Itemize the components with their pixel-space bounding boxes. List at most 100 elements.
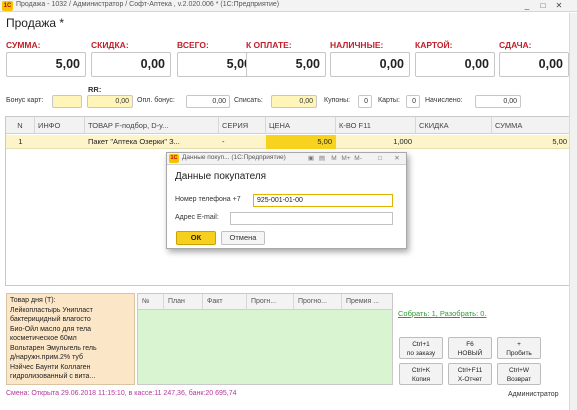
email-input[interactable] <box>230 212 393 225</box>
shift-status: Смена: Открыта 29.06.2018 11:15:10, в ка… <box>6 390 237 397</box>
cell-price[interactable]: 5,00 <box>266 135 336 149</box>
new-button[interactable]: F6 НОВЫЙ <box>448 337 492 359</box>
column-header-discount[interactable]: СКИДКА <box>416 117 492 134</box>
dialog-title-bar: 1С Данные покуп... (1С:Предприятие) ▣ ▤ … <box>167 153 406 165</box>
column-header-bonus[interactable]: Премия ... <box>342 294 392 310</box>
column-header-series[interactable]: СЕРИЯ <box>219 117 266 134</box>
total-all-field[interactable]: 5,00 <box>177 52 257 77</box>
product-of-day-line: Лейкопластырь Унипласт <box>10 306 93 314</box>
memory-minus-icon[interactable]: M- <box>353 154 363 163</box>
total-cash: НАЛИЧНЫЕ: 0,00 <box>330 39 410 77</box>
dialog-toolbar-icon[interactable]: ▤ <box>317 154 327 163</box>
spisat-field[interactable]: 0,00 <box>271 95 317 108</box>
product-of-day-line: Вольтарен Эмульгель гель <box>10 344 97 352</box>
column-header-qty[interactable]: К-ВО F11 <box>336 117 416 134</box>
column-header-no[interactable]: № <box>138 294 164 310</box>
cancel-button[interactable]: Отмена <box>221 231 265 245</box>
memory-icon[interactable]: M <box>329 154 339 163</box>
phone-label: Номер телефона +7 <box>175 196 241 203</box>
product-of-day-line: бактерицидный влагосто <box>10 316 91 323</box>
cell-discount <box>416 135 492 149</box>
total-all: ВСЕГО: 5,00 <box>177 39 257 77</box>
shortcut-label: + <box>517 341 521 348</box>
product-of-day-line: Био-Ойл масло для тела <box>10 325 91 333</box>
column-header-forecast[interactable]: Прогн... <box>247 294 294 310</box>
column-header-forecast-2[interactable]: Прогно... <box>294 294 342 310</box>
total-label: К ОПЛАТЕ: <box>246 40 292 50</box>
column-header-fact[interactable]: Факт <box>203 294 247 310</box>
close-button[interactable]: ✕ <box>552 0 566 12</box>
opl-bonus-field[interactable]: 0,00 <box>186 95 230 108</box>
x-report-button[interactable]: Ctrl+F11 X-Отчет <box>448 363 492 385</box>
button-label: по заказу <box>406 350 436 357</box>
by-order-button[interactable]: Ctrl+1 по заказу <box>399 337 443 359</box>
column-header-product[interactable]: ТОВАР F-подбор, D-у... <box>85 117 219 134</box>
dialog-heading: Данные покупателя <box>175 171 267 182</box>
memory-plus-icon[interactable]: M+ <box>341 154 351 163</box>
window-title: Продажа - 1032 / Администратор / Софт-Ап… <box>16 1 280 8</box>
column-header-info[interactable]: ИНФО <box>35 117 85 134</box>
total-label: КАРТОЙ: <box>415 40 453 50</box>
email-label: Адрес E-mail: <box>175 214 219 221</box>
window-scrollbar[interactable] <box>569 13 577 410</box>
total-to-pay-field[interactable]: 5,00 <box>246 52 326 77</box>
window-title-bar: 1С Продажа - 1032 / Администратор / Софт… <box>0 0 577 12</box>
kupony-field[interactable]: 0 <box>358 95 372 108</box>
column-header-sum[interactable]: СУММА <box>492 117 571 134</box>
bonus-fields-row: Бонус карт: 0,00 Опл. бонус: 0,00 Списат… <box>6 95 571 109</box>
dialog-close-button[interactable]: ✕ <box>392 154 402 163</box>
dialog-maximize-button[interactable]: □ <box>375 154 385 163</box>
table-row[interactable]: 1 Пакет "Аптека Озерки" З... - 5,00 1,00… <box>6 135 571 149</box>
rr-field[interactable]: 0,00 <box>87 95 133 108</box>
total-change-field[interactable]: 0,00 <box>499 52 569 77</box>
column-header-n[interactable]: N <box>6 117 35 134</box>
total-card-field[interactable]: 0,00 <box>415 52 495 77</box>
column-header-plan[interactable]: План <box>164 294 203 310</box>
shortcut-label: Ctrl+1 <box>412 341 430 348</box>
total-change: СДАЧА: 0,00 <box>499 39 569 77</box>
minimize-button[interactable]: _ <box>520 0 534 12</box>
ok-button[interactable]: ОК <box>176 231 216 245</box>
maximize-button[interactable]: □ <box>536 0 550 12</box>
collect-link[interactable]: Собрать: 1, Разобрать: 0. <box>398 309 487 318</box>
total-label: СКИДКА: <box>91 40 129 50</box>
button-label: Возврат <box>506 376 532 383</box>
product-of-day-line: Нэйчес Баунти Коллаген <box>10 363 91 371</box>
total-label: ВСЕГО: <box>177 40 209 50</box>
customer-data-dialog: 1С Данные покуп... (1С:Предприятие) ▣ ▤ … <box>166 152 407 249</box>
total-discount-field[interactable]: 0,00 <box>91 52 171 77</box>
app-logo-icon: 1С <box>169 154 179 163</box>
bonus-card-label: Бонус карт: <box>6 97 44 104</box>
shortcut-label: Ctrl+K <box>411 367 431 374</box>
shortcut-label: F6 <box>466 341 474 348</box>
button-label: Пробить <box>506 350 532 357</box>
phone-input[interactable]: 925-001-01-00 <box>253 194 393 207</box>
app-logo-icon: 1С <box>2 1 13 11</box>
cell-series: - <box>222 137 225 146</box>
shortcut-label: Ctrl+F11 <box>457 367 483 374</box>
plan-table[interactable]: № План Факт Прогн... Прогно... Премия ..… <box>137 293 393 385</box>
return-button[interactable]: Ctrl+W Возврат <box>497 363 541 385</box>
cell-product: Пакет "Аптека Озерки" З... <box>88 137 180 146</box>
cell-sum: 5,00 <box>552 137 567 146</box>
punch-button[interactable]: + Пробить <box>497 337 541 359</box>
nachisleno-field[interactable]: 0,00 <box>475 95 521 108</box>
cell-info <box>35 135 85 149</box>
dialog-toolbar-icon[interactable]: ▣ <box>306 154 316 163</box>
table-header: N ИНФО ТОВАР F-подбор, D-у... СЕРИЯ ЦЕНА… <box>6 117 571 134</box>
karty-field[interactable]: 0 <box>406 95 420 108</box>
current-user: Администратор <box>508 391 559 398</box>
total-card: КАРТОЙ: 0,00 <box>415 39 495 77</box>
total-label: СУММА: <box>6 40 41 50</box>
product-of-day-line: косметическое 60мл <box>10 335 77 342</box>
column-header-price[interactable]: ЦЕНА <box>266 117 336 134</box>
button-label: НОВЫЙ <box>457 350 483 357</box>
kupony-label: Купоны: <box>324 97 351 104</box>
total-summa-field[interactable]: 5,00 <box>6 52 86 77</box>
total-cash-field[interactable]: 0,00 <box>330 52 410 77</box>
bonus-card-field[interactable] <box>52 95 82 108</box>
total-summa: СУММА: 5,00 <box>6 39 86 77</box>
dialog-title: Данные покуп... (1С:Предприятие) <box>182 154 286 161</box>
product-of-day-panel[interactable]: Товар дня (Т): Лейкопластырь Унипласт ба… <box>6 293 135 385</box>
copy-button[interactable]: Ctrl+K Копия <box>399 363 443 385</box>
